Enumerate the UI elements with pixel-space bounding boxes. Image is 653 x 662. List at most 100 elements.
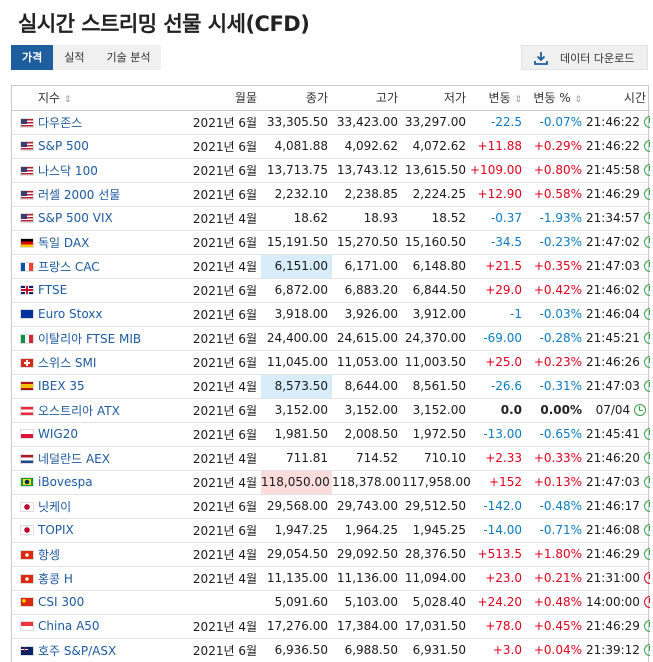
month-cell: 2021년 6월 [190,326,261,351]
high-cell: 2,238.85 [332,182,402,207]
col-header-time: 시간 [586,86,650,111]
high-cell: 3,152.00 [332,398,402,423]
index-link[interactable]: 독일 DAX [38,236,89,250]
index-link[interactable]: IBEX 35 [38,379,85,393]
index-link[interactable]: 스위스 SMI [38,356,96,370]
flag-au-icon [20,645,34,656]
col-header-change[interactable]: 변동 ⇕ [470,86,526,111]
low-cell: 5,028.40 [402,590,470,615]
flag-us-icon [20,189,34,200]
change-pct-cell: -0.03% [526,302,586,327]
index-link[interactable]: TOPIX [38,523,74,537]
close-cell: 8,573.50 [261,374,332,399]
low-cell: 24,370.00 [402,326,470,351]
index-link[interactable]: 항셍 [38,548,60,562]
high-cell: 6,988.50 [332,638,402,662]
close-cell: 1,947.25 [261,518,332,543]
tab-earnings[interactable]: 실적 [53,45,95,70]
low-cell: 6,148.80 [402,254,470,279]
table-row: S&P 500 VIX 2021년 4월 18.62 18.93 18.52 -… [12,206,650,231]
month-cell: 2021년 4월 [190,542,261,567]
change-pct-cell: +0.45% [526,614,586,639]
clock-icon [643,596,650,608]
clock-icon [643,356,650,368]
table-row: 스위스 SMI 2021년 6월 11,045.00 11,053.00 11,… [12,350,650,375]
low-cell: 33,297.00 [402,110,470,135]
change-pct-cell: -0.48% [526,494,586,519]
month-cell [190,590,261,615]
index-name-cell: 닛케이 [12,494,190,519]
high-cell: 17,384.00 [332,614,402,639]
time-cell: 21:47:03 [586,470,650,495]
time-cell: 21:46:04 [586,302,650,327]
table-row: 네덜란드 AEX 2021년 4월 711.81 714.52 710.10 +… [12,446,650,471]
clock-icon [643,500,650,512]
index-link[interactable]: 네덜란드 AEX [38,452,110,466]
table-row: Euro Stoxx 2021년 6월 3,918.00 3,926.00 3,… [12,302,650,327]
index-link[interactable]: 다우존스 [38,116,82,130]
table-row: S&P 500 2021년 6월 4,081.88 4,092.62 4,072… [12,134,650,159]
high-cell: 11,136.00 [332,566,402,591]
index-link[interactable]: iBovespa [38,475,93,489]
clock-icon [643,308,650,320]
flag-us-icon [20,117,34,128]
high-cell: 6,171.00 [332,254,402,279]
tab-technical[interactable]: 기술 분석 [96,45,162,70]
index-name-cell: 호주 S&P/ASX [12,638,190,662]
table-row: 오스트리아 ATX 2021년 6월 3,152.00 3,152.00 3,1… [12,398,650,423]
close-cell: 4,081.88 [261,134,332,159]
change-cell: -142.0 [470,494,526,519]
time-cell: 21:46:29 [586,614,650,639]
tab-price[interactable]: 가격 [11,45,54,70]
index-link[interactable]: FTSE [38,283,67,297]
index-link[interactable]: 닛케이 [38,500,71,514]
col-header-change-pct[interactable]: 변동 % ⇕ [526,86,586,111]
low-cell: 28,376.50 [402,542,470,567]
table-row: 나스닥 100 2021년 6월 13,713.75 13,743.12 13,… [12,158,650,183]
index-link[interactable]: CSI 300 [38,595,84,609]
low-cell: 11,094.00 [402,566,470,591]
index-link[interactable]: 이탈리아 FTSE MIB [38,332,141,346]
month-cell: 2021년 4월 [190,206,261,231]
index-link[interactable]: 나스닥 100 [38,164,98,178]
index-link[interactable]: 러셀 2000 선물 [38,188,120,202]
high-cell: 6,883.20 [332,278,402,303]
index-link[interactable]: S&P 500 [38,139,89,153]
table-row: TOPIX 2021년 6월 1,947.25 1,964.25 1,945.2… [12,518,650,543]
index-link[interactable]: 호주 S&P/ASX [38,644,116,658]
index-link[interactable]: 홍콩 H [38,572,73,586]
table-row: 다우존스 2021년 6월 33,305.50 33,423.00 33,297… [12,110,650,135]
month-cell: 2021년 6월 [190,278,261,303]
change-pct-cell: +0.33% [526,446,586,471]
index-name-cell: 독일 DAX [12,230,190,255]
change-pct-cell: +0.35% [526,254,586,279]
month-cell: 2021년 4월 [190,254,261,279]
close-cell: 18.62 [261,206,332,231]
index-link[interactable]: 오스트리아 ATX [38,404,120,418]
index-name-cell: iBovespa [12,470,190,495]
close-cell: 33,305.50 [261,110,332,135]
month-cell: 2021년 4월 [190,614,261,639]
sort-icon: ⇕ [514,95,522,106]
sort-icon: ⇕ [574,95,582,106]
download-data-button[interactable]: 데이터 다운로드 [521,45,648,70]
index-link[interactable]: Euro Stoxx [38,307,103,321]
table-row: WIG20 2021년 6월 1,981.50 2,008.50 1,972.5… [12,422,650,447]
index-link[interactable]: 프랑스 CAC [38,260,100,274]
index-link[interactable]: China A50 [38,619,100,633]
flag-hk-icon [20,573,34,584]
change-pct-cell: +0.29% [526,134,586,159]
index-name-cell: TOPIX [12,518,190,543]
col-header-index[interactable]: 지수 ⇕ [12,86,190,111]
close-cell: 1,981.50 [261,422,332,447]
index-name-cell: 러셀 2000 선물 [12,182,190,207]
close-cell: 711.81 [261,446,332,471]
index-name-cell: 프랑스 CAC [12,254,190,279]
time-cell: 21:47:03 [586,254,650,279]
index-link[interactable]: S&P 500 VIX [38,211,113,225]
flag-cn-icon [20,597,34,607]
table-header: 지수 ⇕ 월물 종가 고가 저가 변동 ⇕ 변동 % ⇕ 시간 [12,86,650,111]
index-link[interactable]: WIG20 [38,427,78,441]
time-cell: 14:00:00 [586,590,650,615]
close-cell: 2,232.10 [261,182,332,207]
